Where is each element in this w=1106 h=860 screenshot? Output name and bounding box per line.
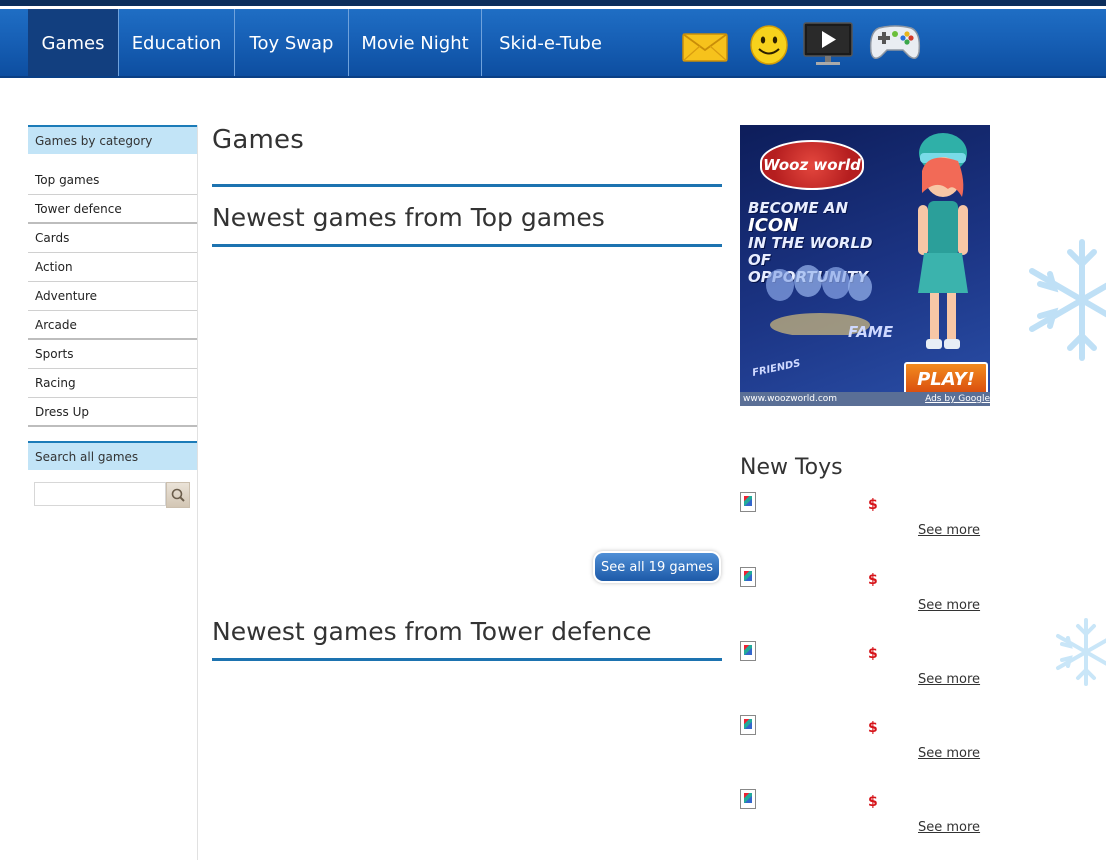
search-input[interactable] <box>34 482 166 506</box>
toy-item: $ See more <box>740 789 990 849</box>
top-stripe <box>0 0 1106 6</box>
new-toys-heading: New Toys <box>740 455 843 480</box>
snowflake-icon <box>1056 618 1106 686</box>
section-rule <box>212 658 722 661</box>
ad-headline-icon-word: ICON <box>748 215 799 236</box>
category-arcade[interactable]: Arcade <box>28 311 197 340</box>
category-cards[interactable]: Cards <box>28 224 197 253</box>
toy-price: $ <box>868 572 878 588</box>
toy-item: $ See more <box>740 567 990 627</box>
ad-friends-text: FRIENDS <box>751 358 802 379</box>
toy-price: $ <box>868 794 878 810</box>
toy-see-more-link[interactable]: See more <box>918 820 980 835</box>
category-list: Top games Tower defence Cards Action Adv… <box>28 166 197 427</box>
ad-url: www.woozworld.com <box>743 394 838 404</box>
category-racing[interactable]: Racing <box>28 369 197 398</box>
main-navbar: Games Education Toy Swap Movie Night Ski… <box>0 9 1106 78</box>
nav-tab-movie-night[interactable]: Movie Night <box>349 9 482 76</box>
nav-tab-education[interactable]: Education <box>119 9 235 76</box>
toy-item: $ See more <box>740 641 990 701</box>
search-section: Search all games <box>28 441 197 508</box>
search-all-games-heading: Search all games <box>28 441 197 470</box>
toy-price: $ <box>868 646 878 662</box>
video-player-icon[interactable] <box>803 22 853 68</box>
toy-item: $ See more <box>740 715 990 775</box>
search-box <box>34 482 190 508</box>
section-rule <box>212 244 722 247</box>
smiley-icon[interactable] <box>749 23 789 65</box>
ad-fame-text: FAME <box>848 323 894 341</box>
gamepad-icon[interactable] <box>869 22 921 64</box>
nav-tab-toy-swap[interactable]: Toy Swap <box>235 9 349 76</box>
toy-image-placeholder[interactable] <box>740 789 756 809</box>
toy-price: $ <box>868 720 878 736</box>
ad-brand-text: Wooz world <box>763 156 861 174</box>
toy-see-more-link[interactable]: See more <box>918 598 980 613</box>
ad-brand-logo: Wooz world <box>760 140 864 190</box>
left-sidebar: Games by category Top games Tower defenc… <box>28 125 197 508</box>
nav-tab-skid-e-tube[interactable]: Skid-e-Tube <box>482 9 619 76</box>
ads-by-google-link[interactable]: Ads by Google <box>925 392 990 406</box>
nav-tab-games[interactable]: Games <box>28 9 119 76</box>
category-action[interactable]: Action <box>28 253 197 282</box>
games-by-category-heading: Games by category <box>28 125 197 154</box>
toy-see-more-link[interactable]: See more <box>918 746 980 761</box>
snowflake-icon <box>1029 239 1106 361</box>
section-title-tower-defence: Newest games from Tower defence <box>212 617 652 646</box>
toy-image-placeholder[interactable] <box>740 641 756 661</box>
category-sports[interactable]: Sports <box>28 340 197 369</box>
toy-see-more-link[interactable]: See more <box>918 523 980 538</box>
ad-footer: www.woozworld.com Ads by Google <box>740 392 990 406</box>
toy-image-placeholder[interactable] <box>740 567 756 587</box>
search-icon <box>171 488 185 502</box>
search-button[interactable] <box>166 482 190 508</box>
toy-image-placeholder[interactable] <box>740 715 756 735</box>
toy-image-placeholder[interactable] <box>740 492 756 512</box>
sidebar-divider <box>197 125 198 860</box>
ad-character-illustration <box>918 133 968 349</box>
category-adventure[interactable]: Adventure <box>28 282 197 311</box>
section-title-top-games: Newest games from Top games <box>212 203 605 232</box>
category-dress-up[interactable]: Dress Up <box>28 398 197 427</box>
page-title: Games <box>212 125 304 155</box>
woozworld-ad[interactable]: Wooz world BECOME AN ICON IN THE WORLD O… <box>740 125 990 406</box>
category-tower-defence[interactable]: Tower defence <box>28 195 197 224</box>
title-rule <box>212 184 722 187</box>
toy-price: $ <box>868 497 878 513</box>
see-all-games-button[interactable]: See all 19 games <box>595 553 719 581</box>
mail-icon[interactable] <box>682 31 728 63</box>
category-top-games[interactable]: Top games <box>28 166 197 195</box>
toy-item: $ See more <box>740 492 990 552</box>
toy-see-more-link[interactable]: See more <box>918 672 980 687</box>
